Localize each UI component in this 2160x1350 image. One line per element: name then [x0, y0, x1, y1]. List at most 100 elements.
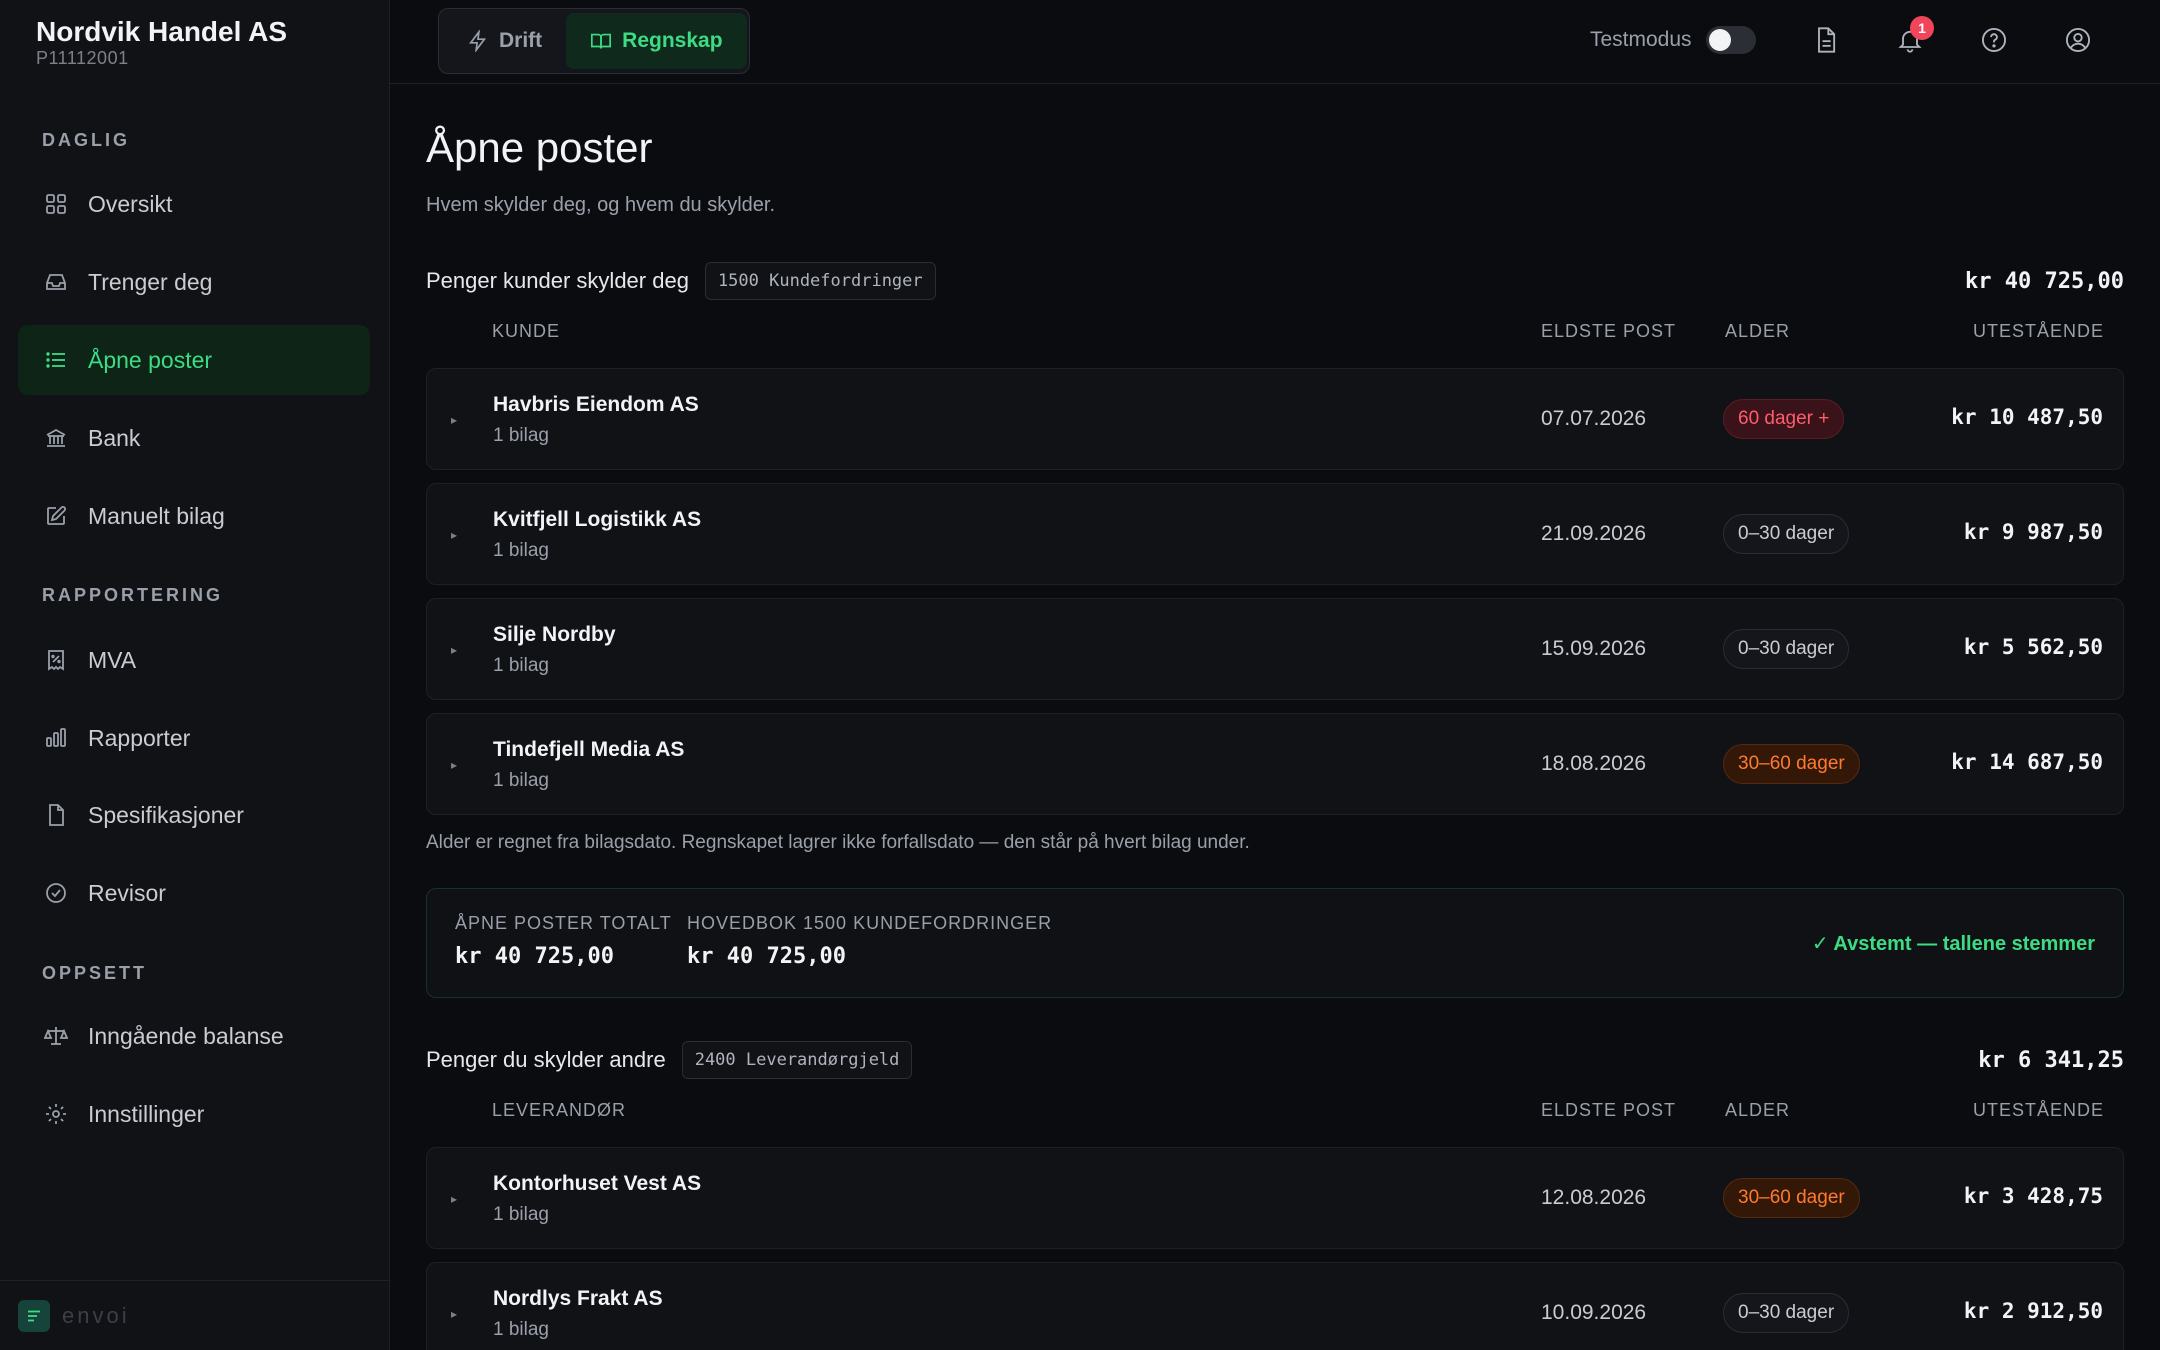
receivable-row[interactable]: ▸ Kvitfjell Logistikk AS 1 bilag 21.09.2… — [426, 483, 2124, 585]
section-label-rapportering: RAPPORTERING — [42, 585, 224, 605]
row-name: Kvitfjell Logistikk AS — [493, 508, 702, 531]
testmode-label: Testmodus — [1590, 28, 1692, 51]
sidebar-item-mva[interactable]: MVA — [18, 625, 370, 695]
lightning-icon — [467, 30, 489, 52]
notification-badge: 1 — [1910, 16, 1934, 40]
column-header-oldest: ELDSTE POST — [1541, 321, 1677, 341]
column-header-outstanding: UTESTÅENDE — [1972, 321, 2104, 341]
age-badge: 0–30 dager — [1723, 629, 1850, 669]
row-amount: kr 14 687,50 — [1951, 750, 2103, 774]
bank-icon — [42, 424, 70, 452]
row-amount: kr 9 987,50 — [1963, 520, 2103, 544]
expand-caret-icon[interactable]: ▸ — [451, 758, 457, 772]
age-badge: 30–60 dager — [1723, 744, 1860, 784]
page-title: Åpne poster — [426, 124, 653, 171]
row-voucher-count: 1 bilag — [493, 770, 549, 791]
row-name: Tindefjell Media AS — [493, 738, 685, 761]
list-icon — [42, 346, 70, 374]
sidebar-item-manuelt-bilag[interactable]: Manuelt bilag — [18, 481, 370, 551]
column-header-party: LEVERANDØR — [492, 1100, 627, 1120]
scale-icon — [42, 1022, 70, 1050]
book-icon — [590, 30, 612, 52]
help-icon — [1980, 26, 2008, 59]
sidebar-item-innstillinger[interactable]: Innstillinger — [18, 1079, 370, 1149]
check-circle-icon — [42, 879, 70, 907]
row-date: 07.07.2026 — [1541, 407, 1647, 430]
mode-button-regnskap[interactable]: Regnskap — [566, 13, 747, 69]
sidebar-item-label: Manuelt bilag — [88, 502, 225, 529]
sidebar-item-label: Åpne poster — [88, 346, 213, 373]
sidebar-item-apne-poster[interactable]: Åpne poster — [18, 325, 370, 395]
brand-logo-icon — [18, 1299, 50, 1332]
expand-caret-icon[interactable]: ▸ — [451, 643, 457, 657]
column-header-age: ALDER — [1725, 321, 1791, 341]
open-items-label: ÅPNE POSTER TOTALT — [455, 913, 672, 933]
expand-caret-icon[interactable]: ▸ — [451, 413, 457, 427]
mode-button-drift[interactable]: Drift — [443, 13, 566, 69]
column-header-oldest: ELDSTE POST — [1541, 1100, 1677, 1120]
row-date: 12.08.2026 — [1541, 1186, 1647, 1209]
row-name: Kontorhuset Vest AS — [493, 1172, 702, 1195]
org-id: P11112001 — [36, 48, 129, 68]
sidebar-item-rapporter[interactable]: Rapporter — [18, 703, 370, 773]
sidebar-item-label: Rapporter — [88, 724, 191, 751]
age-badge: 0–30 dager — [1723, 1293, 1850, 1333]
row-voucher-count: 1 bilag — [493, 540, 549, 561]
toggle-knob — [1708, 29, 1731, 51]
sidebar-item-bank[interactable]: Bank — [18, 403, 370, 473]
receivables-total: kr 40 725,00 — [1965, 268, 2124, 294]
sidebar-footer: envoi — [0, 1280, 390, 1350]
sidebar-item-spesifikasjoner[interactable]: Spesifikasjoner — [18, 780, 370, 850]
sidebar-item-trenger-deg[interactable]: Trenger deg — [18, 247, 370, 317]
receivable-row[interactable]: ▸ Silje Nordby 1 bilag 15.09.2026 0–30 d… — [426, 598, 2124, 700]
row-voucher-count: 1 bilag — [493, 1204, 549, 1225]
edit-icon — [42, 502, 70, 530]
receivables-account-chip[interactable]: 1500 Kundefordringer — [704, 262, 936, 300]
section-label-daglig: DAGLIG — [42, 130, 130, 150]
receivables-title: Penger kunder skylder deg — [426, 268, 689, 293]
sidebar-item-oversikt[interactable]: Oversikt — [18, 169, 370, 239]
page-subtitle: Hvem skylder deg, og hvem du skylder. — [426, 194, 776, 216]
receivable-row[interactable]: ▸ Havbris Eiendom AS 1 bilag 07.07.2026 … — [426, 368, 2124, 470]
age-note: Alder er regnet fra bilagsdato. Regnskap… — [426, 832, 1250, 853]
reconciliation-panel: ÅPNE POSTER TOTALT kr 40 725,00 HOVEDBOK… — [426, 888, 2124, 998]
payables-title: Penger du skylder andre — [426, 1047, 666, 1072]
testmode-toggle[interactable] — [1705, 26, 1756, 54]
profile-button[interactable] — [2058, 22, 2098, 62]
payable-row[interactable]: ▸ Kontorhuset Vest AS 1 bilag 12.08.2026… — [426, 1147, 2124, 1249]
expand-caret-icon[interactable]: ▸ — [451, 1307, 457, 1321]
row-name: Silje Nordby — [493, 623, 616, 646]
ledger-total: HOVEDBOK 1500 KUNDEFORDRINGER kr 40 725,… — [687, 913, 1052, 969]
sidebar-item-revisor[interactable]: Revisor — [18, 858, 370, 928]
row-voucher-count: 1 bilag — [493, 1319, 549, 1340]
ledger-label: HOVEDBOK 1500 KUNDEFORDRINGER — [687, 913, 1053, 933]
notifications-button[interactable]: 1 — [1890, 16, 1934, 62]
column-header-party: KUNDE — [492, 321, 561, 341]
document-button[interactable] — [1806, 22, 1846, 62]
reconciliation-status: ✓ Avstemt — tallene stemmer — [1811, 933, 2095, 955]
column-header-outstanding: UTESTÅENDE — [1972, 1100, 2104, 1120]
row-voucher-count: 1 bilag — [493, 655, 549, 676]
payables-total: kr 6 341,25 — [1978, 1047, 2124, 1073]
sidebar: Nordvik Handel AS P11112001 DAGLIG Overs… — [0, 0, 390, 1350]
receivables-header: Penger kunder skylder deg 1500 Kundeford… — [426, 261, 2124, 301]
sidebar-item-label: Inngående balanse — [88, 1022, 284, 1049]
row-date: 18.08.2026 — [1541, 752, 1647, 775]
receivable-row[interactable]: ▸ Tindefjell Media AS 1 bilag 18.08.2026… — [426, 713, 2124, 815]
payables-account-chip[interactable]: 2400 Leverandørgjeld — [681, 1041, 913, 1079]
sidebar-item-label: Innstillinger — [88, 1100, 205, 1127]
app-root: Nordvik Handel AS P11112001 DAGLIG Overs… — [0, 0, 2160, 1350]
row-date: 10.09.2026 — [1541, 1301, 1647, 1324]
org-name[interactable]: Nordvik Handel AS — [36, 16, 287, 48]
sidebar-item-label: MVA — [88, 646, 137, 673]
expand-caret-icon[interactable]: ▸ — [451, 528, 457, 542]
row-amount: kr 3 428,75 — [1963, 1184, 2103, 1208]
sidebar-item-inngaende-balanse[interactable]: Inngående balanse — [18, 1001, 370, 1071]
ledger-value: kr 40 725,00 — [687, 944, 846, 969]
column-header-age: ALDER — [1725, 1100, 1791, 1120]
age-badge: 30–60 dager — [1723, 1178, 1860, 1218]
payable-row[interactable]: ▸ Nordlys Frakt AS 1 bilag 10.09.2026 0–… — [426, 1262, 2124, 1350]
help-button[interactable] — [1974, 22, 2014, 62]
row-name: Nordlys Frakt AS — [493, 1287, 663, 1310]
expand-caret-icon[interactable]: ▸ — [451, 1192, 457, 1206]
